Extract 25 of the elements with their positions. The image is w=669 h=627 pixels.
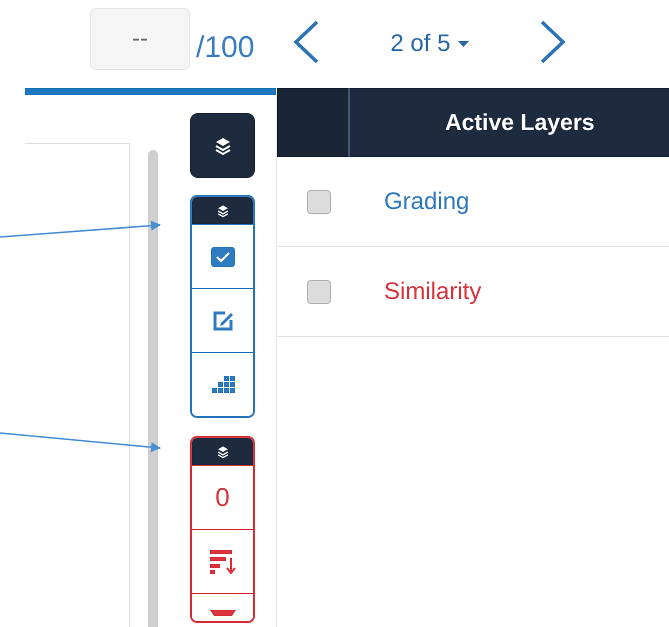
funnel-icon [210,610,236,616]
edit-icon [210,308,234,332]
checkbox[interactable] [307,190,331,214]
previous-icon[interactable] [292,20,320,64]
layers-button[interactable] [192,197,253,224]
layers-icon [212,136,232,156]
checkbox-icon [210,246,234,266]
score-total: /100 [196,30,254,66]
layers-button[interactable] [192,438,253,465]
header-cell [277,88,348,157]
layers-button[interactable] [190,113,255,178]
layers-icon [216,444,230,458]
caret-icon [458,41,470,47]
layer-name[interactable]: Grading [384,184,470,220]
next-icon[interactable] [539,20,568,64]
column-header: Active Layers [348,88,669,157]
layer-name[interactable]: Similarity [384,274,482,310]
grid-icon [210,376,234,393]
grid-button[interactable] [192,352,253,416]
funnel-button[interactable] [192,593,253,621]
layers-icon [216,204,230,218]
score-field[interactable]: -- [90,8,190,70]
checkbox[interactable] [307,280,331,304]
sort-icon [210,550,236,574]
page-dropdown[interactable]: 2 of 5 [390,24,470,64]
